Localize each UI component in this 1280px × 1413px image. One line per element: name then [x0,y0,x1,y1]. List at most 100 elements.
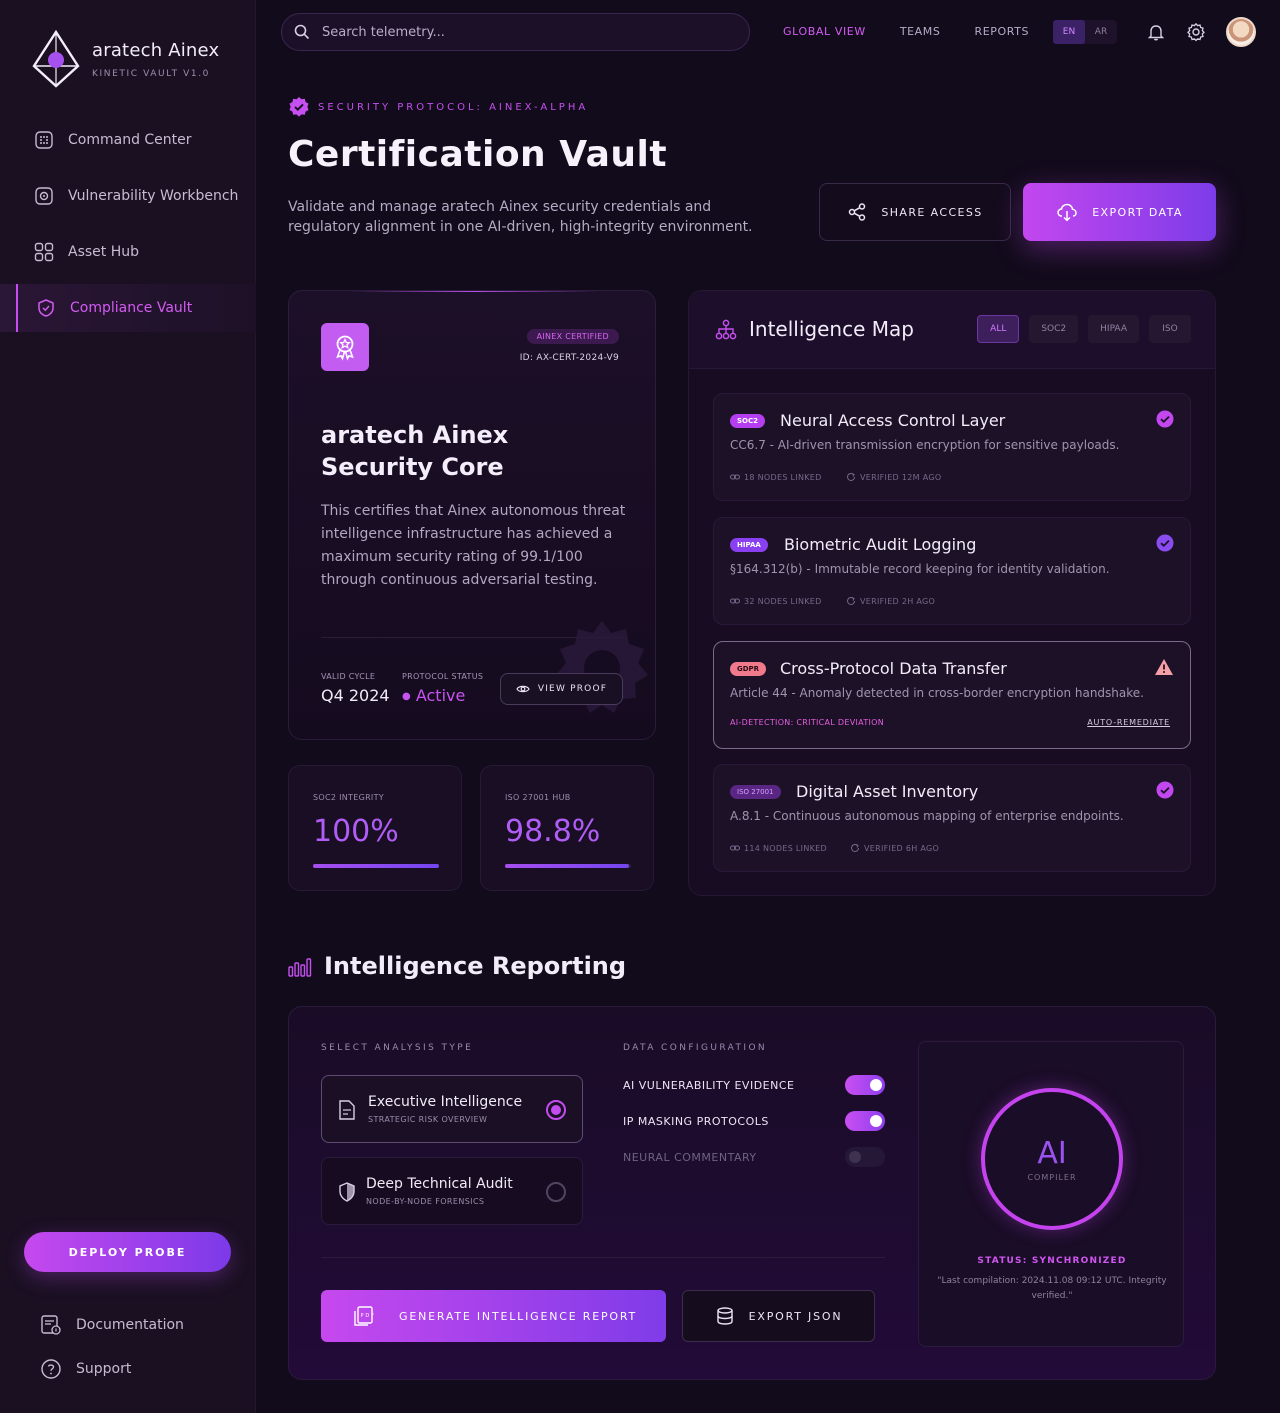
item-nodes: 18 NODES LINKED [730,472,822,482]
sidebar-item-command-center[interactable]: Command Center [0,116,256,164]
metric-value: 98.8% [505,814,601,849]
sidebar-nav: Command Center Vulnerability Workbench A… [0,116,256,340]
export-json-button[interactable]: EXPORT JSON [682,1290,875,1342]
compliance-item[interactable]: HIPAA Biometric Audit Logging §164.312(b… [713,517,1191,625]
option-title: Executive Intelligence [368,1094,523,1110]
view-proof-label: VIEW PROOF [537,684,608,694]
toggle-switch-off[interactable] [845,1147,885,1167]
tag-gdpr: GDPR [730,662,767,676]
award-icon [336,335,354,361]
toggle-switch-on[interactable] [845,1075,885,1095]
command-center-icon [34,130,54,150]
avatar[interactable] [1226,17,1256,47]
tag-iso-27001: ISO 27001 [730,785,781,799]
brand[interactable]: aratech Ainex KINETIC VAULT V1.0 [32,30,219,88]
option-subtitle: NODE-BY-NODE FORENSICS [366,1197,485,1206]
sidebar-item-label: Documentation [76,1317,184,1333]
sidebar-item-support[interactable]: Support [40,1350,184,1388]
filter-soc2[interactable]: SOC2 [1029,315,1079,343]
compiler-status: STATUS: SYNCHRONIZED [977,1256,1127,1266]
item-nodes-text: 18 NODES LINKED [744,472,822,482]
metric-progress-fill [505,864,630,868]
verified-badge-icon [289,97,309,117]
certificate-body: This certifies that Ainex autonomous thr… [321,503,626,588]
gear-watermark-icon [556,621,648,713]
item-verified-text: VERIFIED 12M AGO [860,472,942,482]
language-en[interactable]: EN [1053,20,1085,44]
generate-report-button[interactable]: PDF GENERATE INTELLIGENCE REPORT [321,1290,666,1342]
reporting-title: Intelligence Reporting [324,952,627,980]
export-json-label: EXPORT JSON [748,1309,843,1323]
item-nodes: 114 NODES LINKED [730,843,827,853]
document-icon [339,1100,355,1120]
check-circle-icon [1156,410,1174,428]
data-configuration-label: DATA CONFIGURATION [623,1043,768,1053]
filter-hipaa[interactable]: HIPAA [1088,315,1139,343]
metric-soc2: SOC2 INTEGRITY 100% [288,765,462,891]
radio-selected[interactable] [546,1100,566,1120]
grid-icon [34,242,54,262]
certificate-card: AINEX CERTIFIED ID: AX-CERT-2024-V9 arat… [288,290,656,740]
certified-badge: AINEX CERTIFIED [526,329,619,344]
nav-teams[interactable]: TEAMS [900,25,941,38]
item-verified: VERIFIED 6H AGO [850,843,939,853]
refresh-icon [847,472,855,481]
toggle-label: IP MASKING PROTOCOLS [623,1115,769,1128]
tag-hipaa: HIPAA [730,538,768,552]
toggle-switch-on[interactable] [845,1111,885,1131]
nav-reports[interactable]: REPORTS [974,25,1029,38]
filter-tabs: ALL SOC2 HIPAA ISO [967,315,1191,343]
option-executive-intelligence[interactable]: Executive Intelligence STRATEGIC RISK OV… [321,1075,583,1143]
item-verified: VERIFIED 12M AGO [846,472,941,482]
compliance-item[interactable]: SOC2 Neural Access Control Layer CC6.7 -… [713,393,1191,501]
language-ar[interactable]: AR [1085,20,1117,44]
item-description: Article 44 - Anomaly detected in cross-b… [730,686,1144,700]
item-alert: AI-DETECTION: CRITICAL DEVIATION [730,718,885,727]
ai-compiler-ring: AI COMPILER [981,1088,1123,1230]
share-access-button[interactable]: SHARE ACCESS [819,183,1011,241]
valid-cycle-label: VALID CYCLE [321,672,376,681]
shield-check-icon [36,298,56,318]
view-proof-button[interactable]: VIEW PROOF [500,673,623,705]
item-title: Digital Asset Inventory [796,782,979,801]
metric-label: ISO 27001 HUB [505,793,571,802]
deploy-probe-button[interactable]: DEPLOY PROBE [24,1232,231,1272]
metric-value: 100% [313,814,399,849]
radio-unselected[interactable] [546,1182,566,1202]
nav-global-view[interactable]: GLOBAL VIEW [783,25,866,38]
reporting-divider [321,1257,885,1258]
gear-icon [1187,22,1205,42]
export-data-button[interactable]: EXPORT DATA [1023,183,1216,241]
compliance-item[interactable]: ISO 27001 Digital Asset Inventory A.8.1 … [713,764,1191,872]
sidebar-item-label: Vulnerability Workbench [68,188,239,204]
sidebar-item-compliance-vault[interactable]: Compliance Vault [0,284,256,332]
sidebar-item-vulnerability-workbench[interactable]: Vulnerability Workbench [0,172,256,220]
protocol-status-text: Active [415,686,466,705]
sidebar-item-asset-hub[interactable]: Asset Hub [0,228,256,276]
compiler-note: "Last compilation: 2024.11.08 09:12 UTC.… [937,1276,1167,1301]
filter-iso[interactable]: ISO [1149,315,1191,343]
settings-button[interactable] [1184,20,1208,44]
item-description: CC6.7 - AI-driven transmission encryptio… [730,438,1120,452]
protocol-status-value: ● Active [402,686,465,705]
compliance-item-warning[interactable]: GDPR Cross-Protocol Data Transfer Articl… [713,641,1191,749]
top-nav: GLOBAL VIEW TEAMS REPORTS [783,25,1063,38]
card-divider [321,637,625,638]
notifications-button[interactable] [1144,20,1168,44]
option-deep-technical-audit[interactable]: Deep Technical Audit NODE-BY-NODE FORENS… [321,1157,583,1225]
warning-icon [1155,659,1173,675]
item-verified-text: VERIFIED 6H AGO [864,843,940,853]
export-data-label: EXPORT DATA [1092,205,1183,219]
bar-chart-icon [288,958,312,977]
map-title: Intelligence Map [749,317,914,341]
filter-all[interactable]: ALL [977,315,1020,343]
security-protocol-label: SECURITY PROTOCOL: AINEX-ALPHA [318,101,589,113]
sidebar-item-documentation[interactable]: Documentation [40,1306,184,1344]
search-bar[interactable] [281,13,750,51]
database-icon [716,1307,733,1325]
search-input[interactable] [322,24,722,40]
security-protocol: SECURITY PROTOCOL: AINEX-ALPHA [288,96,588,118]
link-icon [730,598,740,604]
card-accent-line [349,291,599,292]
auto-remediate-link[interactable]: AUTO-REMEDIATE [1087,718,1170,727]
